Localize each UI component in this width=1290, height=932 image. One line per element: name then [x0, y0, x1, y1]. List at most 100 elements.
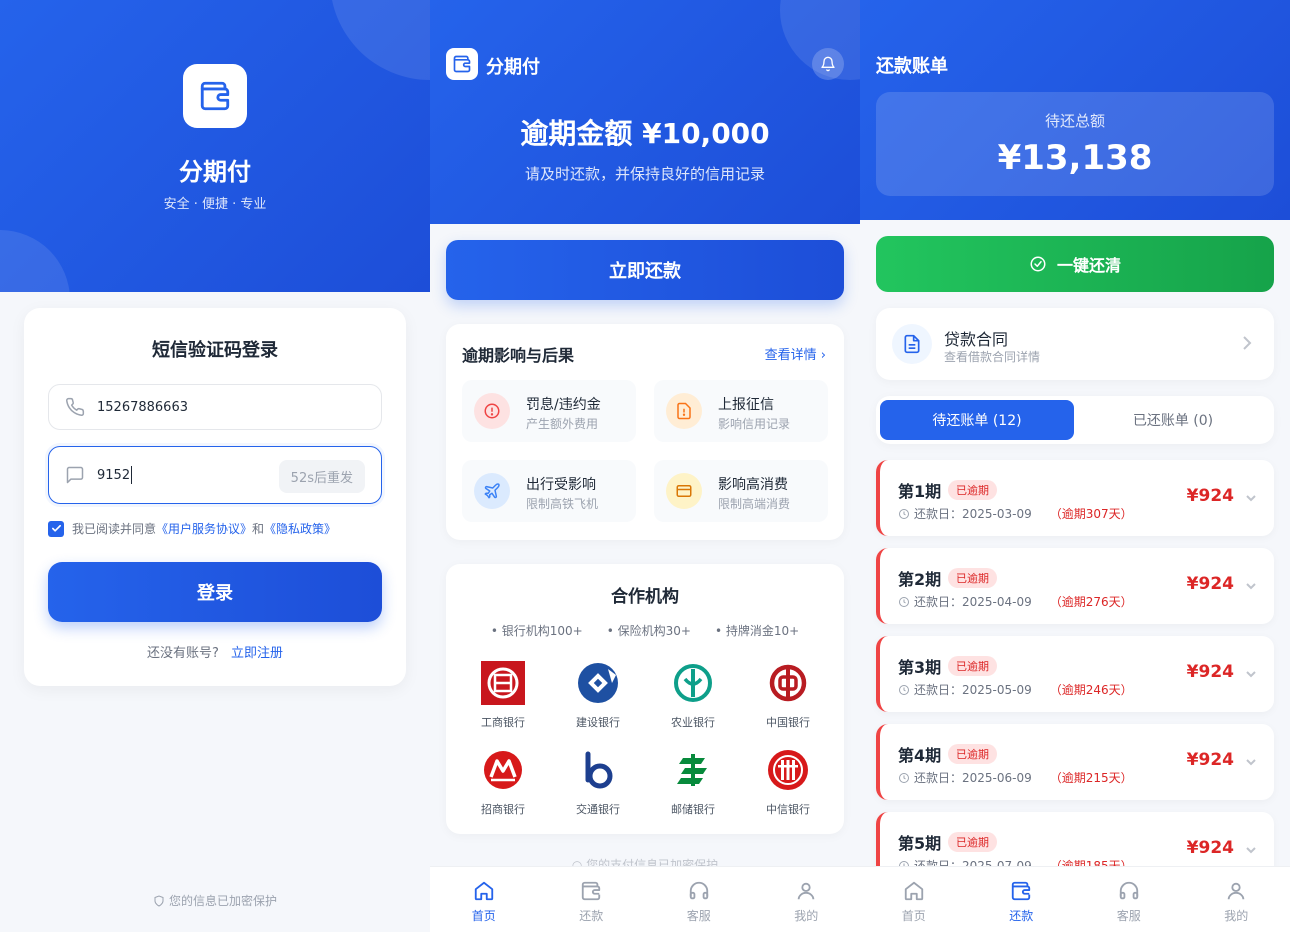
bill-item[interactable]: 第4期 已逾期 还款日：2025-06-09 （逾期215天） ¥924: [876, 724, 1274, 800]
terms-link[interactable]: 《用户服务协议》: [156, 520, 252, 537]
document-icon: [904, 334, 920, 354]
overdue-badge: 已逾期: [948, 568, 997, 588]
contract-title: 贷款合同: [944, 330, 1009, 349]
impact-title: 逾期影响与后果: [462, 346, 575, 365]
chevron-down-icon[interactable]: [1244, 578, 1258, 597]
bank-boc: 中国银行: [748, 660, 828, 730]
tab-paid-bills[interactable]: 已还账单 (0): [1076, 400, 1270, 440]
overdue-tip: 请及时还款，并保持良好的信用记录: [524, 165, 765, 183]
chevron-down-icon[interactable]: [1244, 754, 1258, 773]
impact-icon-wrap: [474, 393, 510, 429]
check-icon: [51, 524, 61, 532]
bill-item[interactable]: 第3期 已逾期 还款日：2025-05-09 （逾期246天） ¥924: [876, 636, 1274, 712]
wallet-icon: [1012, 881, 1031, 901]
check-circle-icon: [1030, 256, 1046, 272]
ccb-logo-icon: [575, 660, 621, 706]
bank-name: 招商银行: [481, 803, 525, 816]
tab-label: 我的: [1224, 909, 1249, 923]
tab-mine[interactable]: 我的: [1183, 867, 1290, 932]
bank-icbc: 工商银行: [463, 660, 543, 730]
bill-date-text: 还款日：2025-04-09: [914, 595, 1032, 609]
tab-home[interactable]: 首页: [430, 867, 538, 932]
app-name: 分期付: [179, 158, 251, 186]
bill-date: 还款日：2025-04-09 （逾期276天）: [898, 593, 1133, 610]
privacy-link[interactable]: 《隐私政策》: [264, 520, 336, 537]
impact-item-title: 上报征信: [718, 397, 774, 413]
tab-bar: 首页 还款 客服 我的: [860, 866, 1290, 932]
wallet-icon: [453, 55, 471, 73]
cmb-logo-icon: [480, 747, 526, 793]
tab-home[interactable]: 首页: [860, 867, 968, 932]
partner-stat: • 保险机构30+: [606, 624, 691, 638]
code-field[interactable]: 9152 52s后重发: [48, 446, 382, 504]
overdue-badge: 已逾期: [948, 832, 997, 852]
tab-repay[interactable]: 还款: [538, 867, 646, 932]
bill-date-text: 还款日：2025-03-09: [914, 507, 1032, 521]
bank-name: 交通银行: [576, 803, 620, 816]
bill-period: 第2期: [898, 570, 942, 589]
tab-label: 还款: [1009, 909, 1034, 923]
tab-pending-bills[interactable]: 待还账单 (12): [880, 400, 1074, 440]
login-card: 短信验证码登录 15267886663 9152 52s后重发 我已阅读并同意 …: [24, 308, 406, 686]
total-value: ¥13,138: [997, 138, 1153, 178]
overdue-badge: 已逾期: [948, 744, 997, 764]
overdue-amount: 逾期金额 ¥10,000: [520, 117, 770, 150]
agree-checkbox[interactable]: [48, 520, 64, 537]
text-cursor: [131, 466, 133, 484]
bill-item[interactable]: 第1期 已逾期 还款日：2025-03-09 （逾期307天） ¥924: [876, 460, 1274, 536]
home-screen: 分期付 逾期金额 ¥10,000 请及时还款，并保持良好的信用记录 立即还款 逾…: [430, 0, 860, 932]
tab-service[interactable]: 客服: [645, 867, 753, 932]
citic-logo-icon: [765, 747, 811, 793]
clock-icon: [899, 684, 909, 695]
wallet-icon: [582, 881, 601, 901]
contract-sub: 查看借款合同详情: [944, 350, 1041, 364]
bill-amount: ¥924: [1186, 838, 1234, 858]
bill-overdue-days: （逾期276天）: [1049, 595, 1133, 609]
icbc-logo-icon: [480, 660, 526, 706]
user-icon: [798, 882, 815, 900]
impact-item[interactable]: 影响高消费 限制高端消费: [654, 460, 828, 522]
impact-item[interactable]: 罚息/违约金 产生额外费用: [462, 380, 636, 442]
tab-mine[interactable]: 我的: [753, 867, 861, 932]
tab-label: 首页: [471, 909, 496, 923]
bill-period: 第1期: [898, 482, 942, 501]
notification-button[interactable]: [812, 48, 844, 80]
login-screen: 分期付 安全 · 便捷 · 专业 短信验证码登录 15267886663 915…: [0, 0, 430, 932]
resend-button[interactable]: 52s后重发: [278, 460, 365, 493]
impact-item-title: 出行受影响: [526, 477, 596, 493]
login-button[interactable]: 登录: [48, 562, 382, 622]
impact-icon-wrap: [666, 473, 702, 509]
bank-name: 中信银行: [766, 803, 810, 816]
pay-all-button[interactable]: 一键还清: [876, 236, 1274, 292]
bill-overdue-days: （逾期307天）: [1049, 507, 1133, 521]
app-name: 分期付: [486, 57, 540, 78]
bill-amount: ¥924: [1186, 574, 1234, 594]
pay-now-button[interactable]: 立即还款: [446, 240, 844, 300]
bill-overdue-days: （逾期215天）: [1049, 771, 1133, 785]
user-icon: [1228, 882, 1245, 900]
bill-overdue-days: （逾期246天）: [1049, 683, 1133, 697]
tab-service[interactable]: 客服: [1075, 867, 1183, 932]
chevron-down-icon[interactable]: [1244, 490, 1258, 509]
impact-item-title: 罚息/违约金: [526, 397, 601, 413]
register-link[interactable]: 立即注册: [231, 646, 283, 661]
chevron-down-icon[interactable]: [1244, 842, 1258, 861]
bill-item[interactable]: 第2期 已逾期 还款日：2025-04-09 （逾期276天） ¥924: [876, 548, 1274, 624]
secure-note-text: 您的信息已加密保护: [168, 894, 277, 908]
chevron-right-icon: [1240, 334, 1254, 356]
tab-repay[interactable]: 还款: [968, 867, 1076, 932]
impact-item[interactable]: 出行受影响 限制高铁飞机: [462, 460, 636, 522]
impact-icon-wrap: [474, 473, 510, 509]
app-logo: [183, 64, 247, 128]
bank-name: 农业银行: [671, 716, 715, 729]
chevron-down-icon[interactable]: [1244, 666, 1258, 685]
impact-icon-wrap: [666, 393, 702, 429]
overdue-badge: 已逾期: [948, 480, 997, 500]
phone-field[interactable]: 15267886663: [48, 384, 382, 430]
impact-item[interactable]: 上报征信 影响信用记录: [654, 380, 828, 442]
impact-more-link[interactable]: 查看详情 ›: [765, 344, 826, 363]
bill-period: 第4期: [898, 746, 942, 765]
contract-row[interactable]: 贷款合同 查看借款合同详情: [876, 308, 1274, 380]
bill-period: 第3期: [898, 658, 942, 677]
total-label: 待还总额: [1044, 112, 1105, 130]
